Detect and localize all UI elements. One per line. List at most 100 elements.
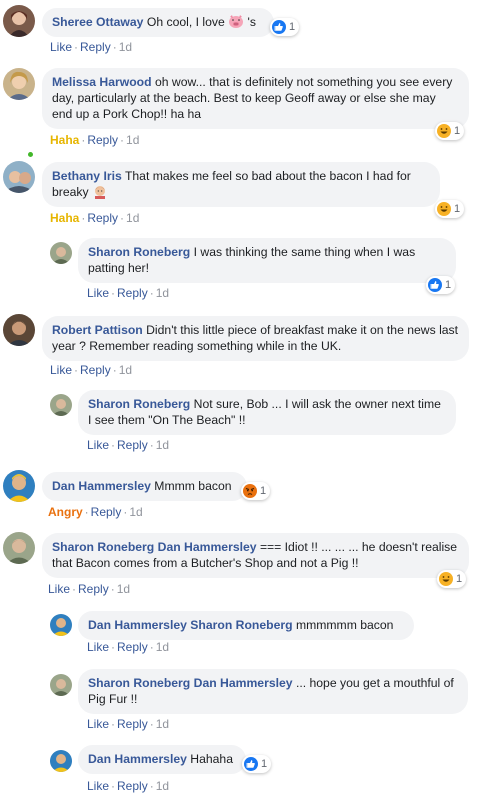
reaction-count: 1: [454, 203, 461, 215]
comment-timestamp[interactable]: 1d: [156, 640, 169, 654]
separator: ·: [120, 133, 125, 147]
like-button[interactable]: Like: [87, 717, 109, 731]
like-icon: [244, 757, 258, 771]
haha-reaction-button[interactable]: Haha: [50, 133, 79, 147]
comment-timestamp[interactable]: 1d: [156, 438, 169, 452]
haha-icon: [439, 572, 453, 586]
haha-reaction-button[interactable]: Haha: [50, 211, 79, 225]
separator: ·: [149, 438, 154, 452]
comment: Melissa Harwood oh wow... that is defini…: [0, 62, 485, 159]
like-button[interactable]: Like: [50, 363, 72, 377]
separator: ·: [81, 211, 86, 225]
like-button[interactable]: Like: [87, 286, 109, 300]
reaction-summary[interactable]: 1: [426, 276, 456, 294]
avatar[interactable]: [3, 314, 35, 346]
comment-bubble: Sharon Roneberg I was thinking the same …: [78, 238, 456, 283]
separator: ·: [149, 286, 154, 300]
comment-actions: Like · Reply · 1d: [87, 779, 169, 793]
reply-comment: Sharon Roneberg I was thinking the same …: [0, 234, 485, 304]
reaction-count: 1: [261, 758, 268, 770]
like-button[interactable]: Like: [48, 582, 70, 596]
separator: ·: [149, 779, 154, 793]
reply-button[interactable]: Reply: [117, 640, 148, 654]
avatar[interactable]: [3, 68, 35, 100]
avatar[interactable]: [3, 470, 35, 502]
reaction-summary[interactable]: 1: [435, 200, 465, 218]
avatar[interactable]: [50, 614, 72, 636]
reply-button[interactable]: Reply: [80, 40, 111, 54]
like-icon: [272, 20, 286, 34]
angry-reaction-button[interactable]: Angry: [48, 505, 83, 519]
avatar[interactable]: [3, 532, 35, 564]
comment-timestamp[interactable]: 1d: [156, 286, 169, 300]
separator: ·: [111, 717, 116, 731]
comment-timestamp[interactable]: 1d: [119, 40, 132, 54]
comment-author[interactable]: Sharon Roneberg: [88, 245, 190, 259]
comment-bubble: Sharon Roneberg Not sure, Bob ... I will…: [78, 390, 456, 435]
pig-emoji-icon: [228, 14, 244, 29]
comment-author[interactable]: Sharon Roneberg: [52, 540, 154, 554]
reply-button[interactable]: Reply: [117, 438, 148, 452]
comment-timestamp[interactable]: 1d: [126, 211, 139, 225]
comment-author[interactable]: Robert Pattison: [52, 323, 143, 337]
like-button[interactable]: Like: [87, 640, 109, 654]
separator: ·: [112, 40, 117, 54]
comment-actions: Like · Reply · 1d: [50, 40, 132, 54]
reply-button[interactable]: Reply: [91, 505, 122, 519]
separator: ·: [111, 640, 116, 654]
reaction-summary[interactable]: 1: [242, 755, 272, 773]
separator: ·: [74, 40, 79, 54]
like-icon: [428, 278, 442, 292]
like-button[interactable]: Like: [87, 438, 109, 452]
separator: ·: [149, 640, 154, 654]
reaction-summary[interactable]: 1: [241, 482, 271, 500]
comment-author[interactable]: Dan Hammersley: [88, 752, 187, 766]
comment-timestamp[interactable]: 1d: [129, 505, 142, 519]
reply-button[interactable]: Reply: [80, 363, 111, 377]
avatar[interactable]: [3, 161, 35, 193]
separator: ·: [111, 438, 116, 452]
avatar[interactable]: [50, 674, 72, 696]
reply-button[interactable]: Reply: [117, 717, 148, 731]
mentioned-user[interactable]: Dan Hammersley: [194, 676, 293, 690]
comment-actions: Like · Reply · 1d: [87, 286, 169, 300]
comment-author[interactable]: Sharon Roneberg: [88, 676, 190, 690]
comment-text: mmmmmm bacon: [295, 618, 394, 632]
avatar[interactable]: [50, 394, 72, 416]
separator: ·: [120, 211, 125, 225]
like-button[interactable]: Like: [50, 40, 72, 54]
comment-timestamp[interactable]: 1d: [156, 779, 169, 793]
reply-button[interactable]: Reply: [117, 779, 148, 793]
reply-button[interactable]: Reply: [87, 133, 118, 147]
comment-author[interactable]: Sharon Roneberg: [88, 397, 190, 411]
avatar[interactable]: [50, 750, 72, 772]
separator: ·: [149, 717, 154, 731]
mentioned-user[interactable]: Sharon Roneberg: [190, 618, 292, 632]
comment-actions: Like · Reply · 1d: [87, 717, 169, 731]
comment-author[interactable]: Dan Hammersley: [52, 479, 151, 493]
reaction-summary[interactable]: 1: [437, 570, 467, 588]
comment-author[interactable]: Melissa Harwood: [52, 75, 152, 89]
reply-button[interactable]: Reply: [117, 286, 148, 300]
comment-timestamp[interactable]: 1d: [126, 133, 139, 147]
like-button[interactable]: Like: [87, 779, 109, 793]
reaction-summary[interactable]: 1: [270, 18, 300, 36]
mentioned-user[interactable]: Dan Hammersley: [158, 540, 257, 554]
comment-timestamp[interactable]: 1d: [119, 363, 132, 377]
avatar[interactable]: [50, 242, 72, 264]
separator: ·: [74, 363, 79, 377]
comment-timestamp[interactable]: 1d: [156, 717, 169, 731]
comment-timestamp[interactable]: 1d: [117, 582, 130, 596]
angry-icon: [243, 484, 257, 498]
reply-comment: Sharon Roneberg Not sure, Bob ... I will…: [0, 386, 485, 458]
comment-author[interactable]: Bethany Iris: [52, 169, 122, 183]
comment-actions: Like · Reply · 1d: [87, 640, 169, 654]
reaction-count: 1: [454, 125, 461, 137]
comment-bubble: Bethany Iris That makes me feel so bad a…: [42, 162, 440, 207]
comment-author[interactable]: Dan Hammersley: [88, 618, 187, 632]
avatar[interactable]: [3, 5, 35, 37]
reply-button[interactable]: Reply: [78, 582, 109, 596]
reply-button[interactable]: Reply: [87, 211, 118, 225]
comment-author[interactable]: Sheree Ottaway: [52, 15, 143, 29]
reaction-summary[interactable]: 1: [435, 122, 465, 140]
